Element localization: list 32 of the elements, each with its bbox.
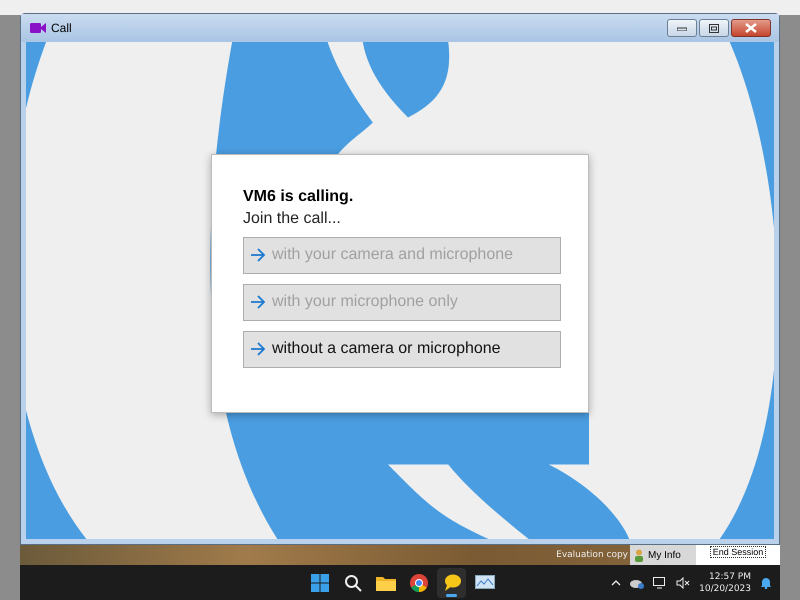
video-camera-icon bbox=[30, 22, 46, 34]
maximize-icon bbox=[709, 24, 719, 32]
end-session-button[interactable]: End Session bbox=[710, 546, 766, 558]
close-icon bbox=[745, 23, 757, 33]
clock-date: 10/20/2023 bbox=[699, 582, 751, 594]
taskbar-app[interactable] bbox=[437, 568, 466, 598]
bell-icon[interactable] bbox=[760, 576, 772, 589]
dialog-prompt: Join the call... bbox=[243, 210, 342, 228]
dialog-heading: VM6 is calling. bbox=[243, 188, 354, 206]
speaker-muted-icon[interactable] bbox=[676, 576, 690, 588]
my-info-button[interactable]: My Info bbox=[630, 545, 696, 565]
folder-icon bbox=[376, 574, 396, 590]
maximize-button[interactable] bbox=[699, 19, 729, 37]
chevron-up-icon[interactable] bbox=[611, 580, 622, 586]
join-option-button[interactable]: without a camera or microphone bbox=[243, 330, 561, 368]
evaluation-notice: Evaluation copy bbox=[556, 550, 628, 560]
arrow-icon bbox=[250, 342, 266, 356]
network-icon[interactable] bbox=[653, 576, 668, 588]
speech-bubble-icon bbox=[442, 574, 460, 592]
clock-time: 12:57 PM bbox=[709, 570, 751, 582]
arrow-icon bbox=[250, 295, 266, 309]
minimize-button[interactable] bbox=[667, 19, 697, 37]
browser-icon bbox=[410, 574, 428, 592]
person-icon bbox=[634, 548, 644, 562]
active-indicator bbox=[446, 594, 457, 596]
monitor-icon bbox=[474, 574, 494, 590]
windows-logo-icon bbox=[310, 574, 328, 592]
window-title: Call bbox=[51, 21, 72, 35]
minimize-icon bbox=[677, 25, 687, 31]
search-icon bbox=[344, 574, 362, 592]
close-button[interactable] bbox=[731, 19, 771, 37]
arrow-icon bbox=[250, 248, 266, 262]
